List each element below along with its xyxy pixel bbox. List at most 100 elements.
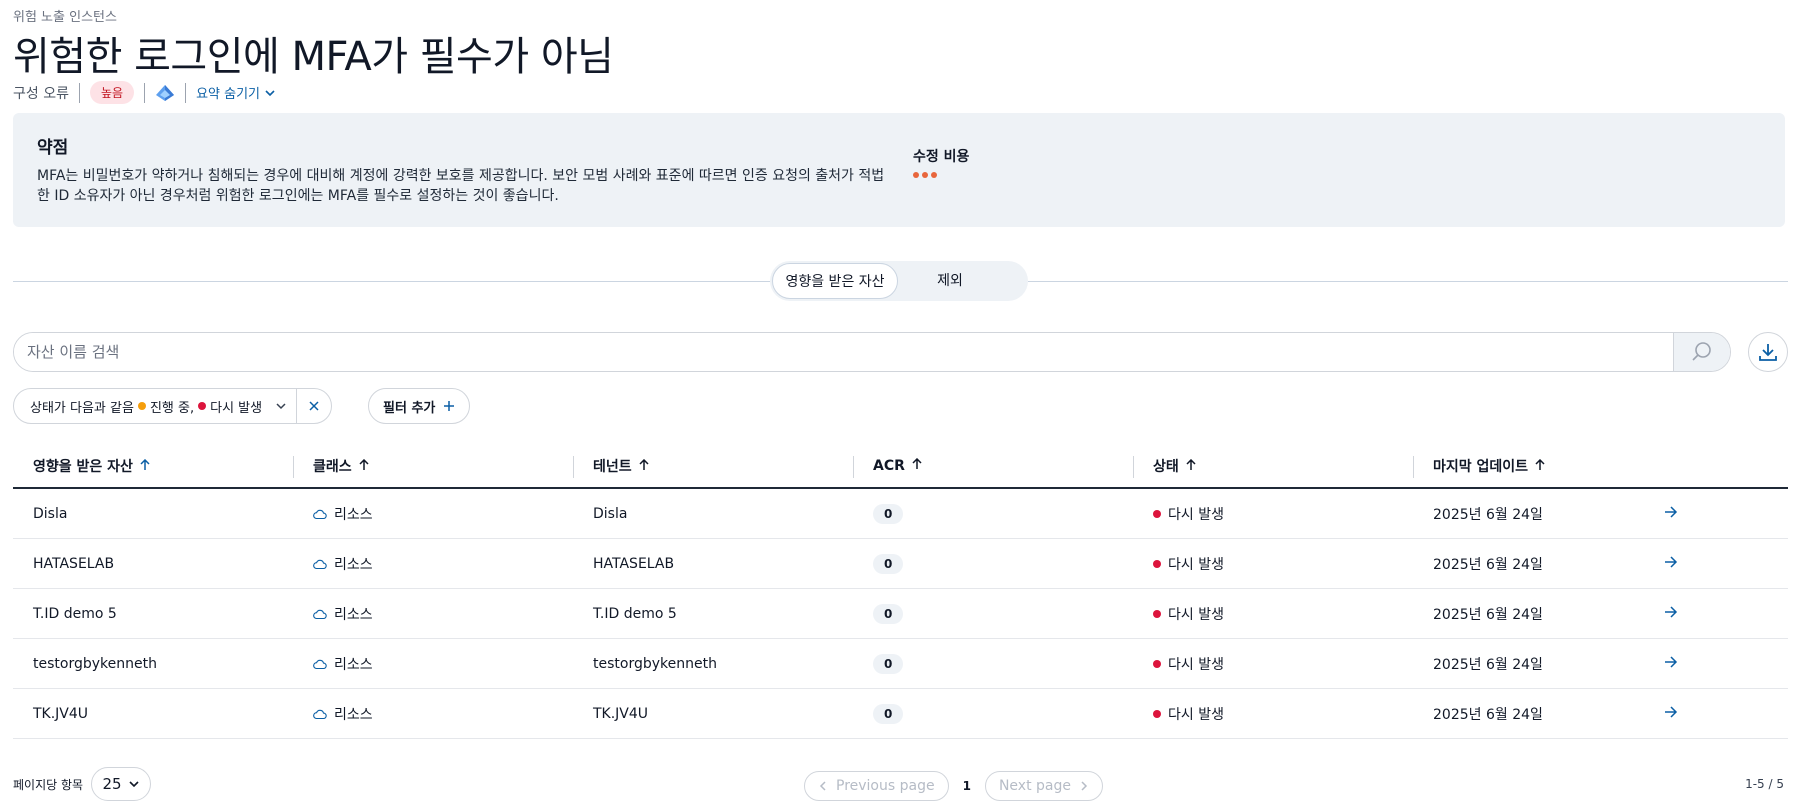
table-row[interactable]: testorgbykenneth 리소스 testorgbykenneth 0 … [13, 638, 1788, 689]
fix-cost-dot [931, 172, 937, 178]
column-header-class[interactable]: 클래스 [293, 445, 573, 489]
column-header-asset[interactable]: 영향을 받은 자산 [13, 445, 293, 489]
search-bar [13, 332, 1731, 372]
category-label: 구성 오류 [13, 85, 69, 102]
per-page-select[interactable]: 25 [91, 767, 152, 801]
search-button[interactable] [1673, 333, 1730, 371]
page: 위험 노출 인스턴스 위험한 로그인에 MFA가 필수가 아님 구성 오류 높음… [0, 0, 1797, 801]
chevron-down-icon [265, 89, 275, 96]
arrow-right-icon[interactable] [1663, 505, 1679, 519]
column-header-status[interactable]: 상태 [1133, 445, 1413, 489]
sort-up-icon [1186, 458, 1196, 470]
asset-name[interactable]: Disla [13, 488, 293, 539]
acr-badge: 0 [873, 653, 904, 674]
divider [13, 281, 770, 282]
row-action-cell [1663, 488, 1788, 539]
divider [1028, 281, 1788, 282]
hide-summary-button[interactable]: 요약 숨기기 [196, 83, 276, 102]
breadcrumb[interactable]: 위험 노출 인스턴스 [13, 6, 117, 25]
fix-cost-label: 수정 비용 [913, 149, 970, 165]
sort-up-icon [912, 457, 922, 469]
last-updated: 2025년 6월 24일 [1413, 538, 1663, 589]
column-header-tenant[interactable]: 테넌트 [573, 445, 853, 489]
plus-icon [444, 401, 455, 411]
table-row[interactable]: T.ID demo 5 리소스 T.ID demo 5 0 다시 발생 2025… [13, 588, 1788, 639]
cloud-icon [313, 509, 327, 519]
last-updated: 2025년 6월 24일 [1413, 488, 1663, 539]
recurring-dot-icon [1153, 609, 1161, 618]
class-cell: 리소스 [293, 688, 573, 739]
add-filter-button[interactable]: 필터 추가 [368, 388, 471, 424]
column-header-label: 상태 [1153, 459, 1179, 475]
status-cell: 다시 발생 [1133, 588, 1413, 639]
last-updated: 2025년 6월 24일 [1413, 588, 1663, 639]
status-filter-dropdown[interactable]: 상태가 다음과 같음 진행 중, 다시 발생 [14, 389, 296, 423]
tab-exclusions[interactable]: 제외 [900, 263, 1000, 299]
weakness-description: MFA는 비밀번호가 약하거나 침해되는 경우에 대비해 계정에 강력한 보호를… [37, 168, 885, 204]
pagination: Previous page 1 Next page [804, 771, 1103, 801]
next-page-button[interactable]: Next page [984, 771, 1103, 801]
recurring-dot-icon [198, 402, 207, 410]
arrow-right-icon[interactable] [1663, 705, 1679, 719]
column-header-label: ACR [873, 458, 905, 474]
acr-badge: 0 [873, 553, 904, 574]
fix-cost-indicator [913, 172, 969, 178]
recurring-dot-icon [1153, 709, 1161, 718]
status-filter-chip[interactable]: 상태가 다음과 같음 진행 중, 다시 발생 [13, 388, 333, 424]
fix-cost-dot [913, 172, 919, 178]
status-label: 다시 발생 [1168, 656, 1224, 673]
asset-name[interactable]: T.ID demo 5 [13, 588, 293, 639]
acr-badge: 0 [873, 703, 904, 724]
filter-prefix: 상태가 다음과 같음 [30, 400, 134, 416]
arrow-right-icon[interactable] [1663, 605, 1679, 619]
acr-cell: 0 [853, 688, 1133, 739]
acr-badge: 0 [873, 603, 904, 624]
table-row[interactable]: HATASELAB 리소스 HATASELAB 0 다시 발생 2025년 6월… [13, 538, 1788, 589]
tab-affected-assets[interactable]: 영향을 받은 자산 [772, 263, 898, 299]
sort-up-icon [1535, 458, 1545, 470]
acr-cell: 0 [853, 488, 1133, 539]
in-progress-dot-icon [137, 402, 146, 410]
divider [185, 82, 187, 103]
table-row[interactable]: Disla 리소스 Disla 0 다시 발생 2025년 6월 24일 [13, 488, 1788, 539]
table-header-row: 영향을 받은 자산 클래스 테넌트 ACR 상태 마지막 업데이트 [13, 445, 1788, 489]
severity-badge: 높음 [89, 81, 135, 104]
chevron-down-icon [276, 403, 286, 410]
entra-id-icon [155, 84, 175, 102]
class-label: 리소스 [334, 706, 373, 723]
add-filter-label: 필터 추가 [383, 400, 436, 416]
previous-page-button[interactable]: Previous page [804, 771, 949, 801]
current-page[interactable]: 1 [963, 779, 971, 793]
chevron-left-icon [819, 781, 826, 791]
download-button[interactable] [1748, 332, 1788, 372]
arrow-right-icon[interactable] [1663, 655, 1679, 669]
fix-cost: 수정 비용 [913, 146, 969, 178]
meta-bar: 구성 오류 높음 요약 숨기기 [13, 81, 276, 104]
asset-name[interactable]: TK.JV4U [13, 688, 293, 739]
class-cell: 리소스 [293, 488, 573, 539]
column-header-last-updated[interactable]: 마지막 업데이트 [1413, 445, 1663, 489]
row-action-cell [1663, 588, 1788, 639]
class-label: 리소스 [334, 556, 373, 573]
divider [573, 456, 574, 478]
per-page-label: 페이지당 항목 [13, 777, 84, 792]
asset-name[interactable]: testorgbykenneth [13, 638, 293, 689]
acr-cell: 0 [853, 638, 1133, 689]
search-input[interactable] [14, 333, 1673, 371]
page-title: 위험한 로그인에 MFA가 필수가 아님 [13, 34, 614, 80]
table-row[interactable]: TK.JV4U 리소스 TK.JV4U 0 다시 발생 2025년 6월 24일 [13, 688, 1788, 739]
tenant-name: HATASELAB [573, 538, 853, 589]
class-cell: 리소스 [293, 538, 573, 589]
column-header-actions [1663, 445, 1788, 489]
divider [78, 82, 80, 103]
asset-name[interactable]: HATASELAB [13, 538, 293, 589]
class-label: 리소스 [334, 506, 373, 523]
column-header-acr[interactable]: ACR [853, 445, 1133, 489]
class-label: 리소스 [334, 656, 373, 673]
clear-filter-button[interactable] [296, 389, 331, 423]
last-updated: 2025년 6월 24일 [1413, 688, 1663, 739]
arrow-right-icon[interactable] [1663, 555, 1679, 569]
tab-switcher: 영향을 받은 자산 제외 [770, 261, 1028, 301]
fix-cost-dot [922, 172, 928, 178]
weakness-title: 약점 [37, 138, 69, 158]
